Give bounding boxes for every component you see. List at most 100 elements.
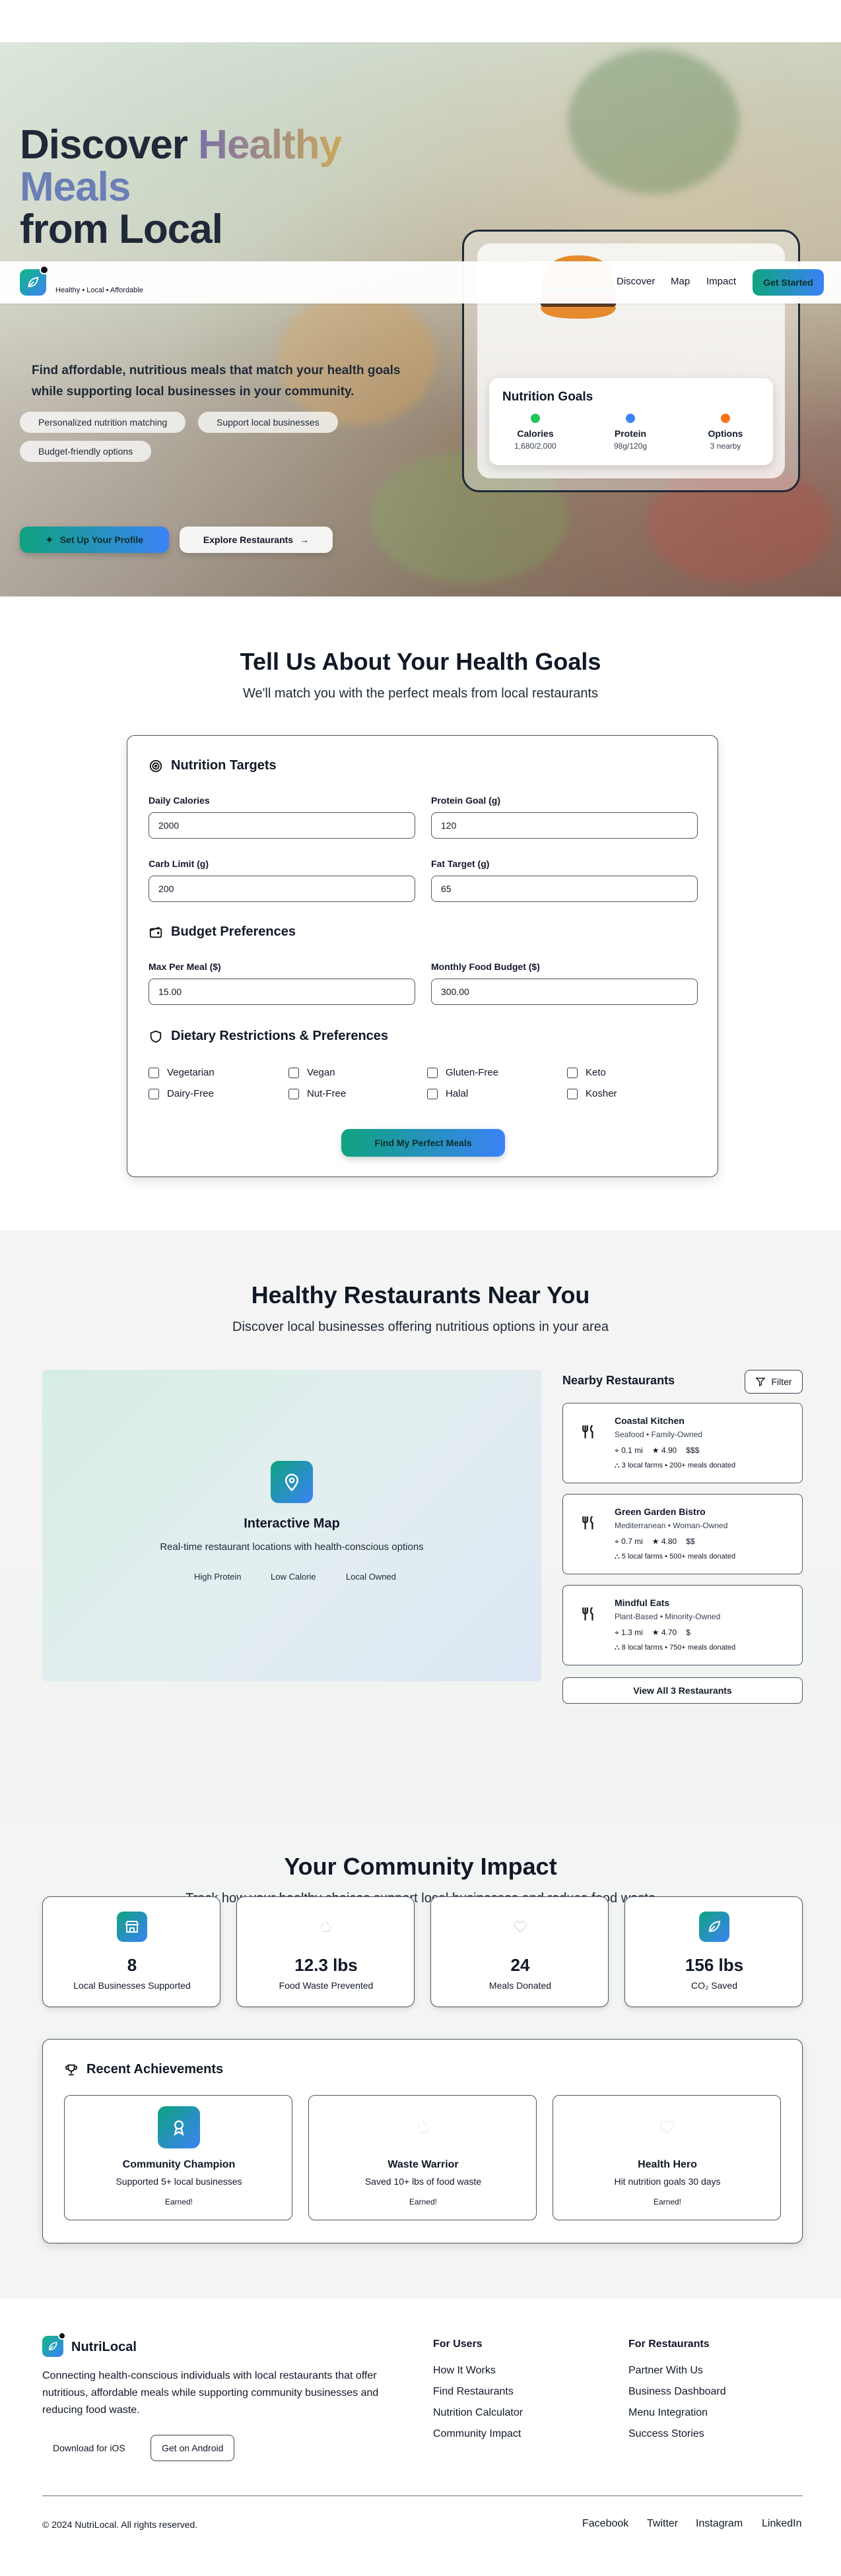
explore-restaurants-label: Explore Restaurants xyxy=(203,534,294,545)
restaurant-name: Coastal Kitchen xyxy=(615,1415,685,1426)
checkbox[interactable] xyxy=(149,1067,159,1078)
checkbox[interactable] xyxy=(567,1067,578,1078)
navbar: Healthy • Local • Affordable Discover Ma… xyxy=(0,261,841,304)
achievement-desc: Supported 5+ local businesses xyxy=(116,2176,242,2187)
achievement-title: Waste Warrior xyxy=(387,2159,459,2170)
filter-label: Filter xyxy=(771,1376,792,1387)
diet-option-nut-free[interactable]: Nut-Free xyxy=(288,1088,346,1099)
setup-profile-label: Set Up Your Profile xyxy=(59,534,143,545)
restaurant-card[interactable]: Coastal Kitchen Seafood • Family-Owned ⌖… xyxy=(562,1403,803,1483)
goal-calories-dot xyxy=(531,414,540,423)
diet-option-label: Vegan xyxy=(307,1067,335,1078)
carb-limit-input[interactable] xyxy=(149,876,415,902)
footer-link-nutrition-calculator[interactable]: Nutrition Calculator xyxy=(433,2407,523,2419)
nav-link-map[interactable]: Map xyxy=(671,276,690,287)
restaurant-meta: ⌖ 0.1 mi ★ 4.90 $$$ xyxy=(615,1446,699,1456)
diet-option-vegetarian[interactable]: Vegetarian xyxy=(149,1067,215,1078)
checkbox[interactable] xyxy=(149,1088,159,1099)
target-icon xyxy=(149,759,162,772)
achievement-status: Earned! xyxy=(653,2197,682,2206)
goal-calories-label: Calories xyxy=(517,428,554,439)
stat-value: 156 lbs xyxy=(685,1955,744,1975)
diet-option-label: Kosher xyxy=(586,1088,617,1099)
diet-option-label: Nut-Free xyxy=(307,1088,347,1099)
restaurant-card[interactable]: Green Garden Bistro Mediterranean • Woma… xyxy=(562,1494,803,1574)
impact-section: Your Community Impact Track how your hea… xyxy=(0,1824,841,2299)
hero-title-line1: Discover xyxy=(20,122,188,168)
utensils-icon xyxy=(582,1425,593,1438)
farm-icon: ⛬ xyxy=(615,1644,622,1652)
restaurant-type: Plant-Based • Minority-Owned xyxy=(615,1612,721,1621)
download-ios-button[interactable]: Download for iOS xyxy=(42,2435,136,2461)
checkbox[interactable] xyxy=(288,1067,299,1078)
goal-calories-value: 1,680/2,000 xyxy=(514,441,556,451)
max-per-meal-input[interactable] xyxy=(149,979,415,1005)
carb-limit-label: Carb Limit (g) xyxy=(149,858,209,869)
footer-link-partner[interactable]: Partner With Us xyxy=(628,2365,703,2377)
diet-option-halal[interactable]: Halal xyxy=(427,1088,468,1099)
hero-chip-local: Support local businesses xyxy=(198,412,338,433)
view-all-restaurants-button[interactable]: View All 3 Restaurants xyxy=(562,1677,803,1704)
social-link-twitter[interactable]: Twitter xyxy=(647,2518,678,2530)
daily-calories-input[interactable] xyxy=(149,812,415,839)
interactive-map[interactable]: Interactive Map Real-time restaurant loc… xyxy=(42,1370,541,1681)
max-per-meal-label: Max Per Meal ($) xyxy=(149,961,221,972)
monthly-budget-input[interactable] xyxy=(431,979,698,1005)
checkbox[interactable] xyxy=(427,1067,438,1078)
heart-icon xyxy=(505,1912,535,1942)
diet-option-label: Dairy-Free xyxy=(167,1088,214,1099)
footer-link-dashboard[interactable]: Business Dashboard xyxy=(628,2386,726,2398)
stat-card-businesses: 8 Local Businesses Supported xyxy=(42,1896,220,2007)
goal-protein-dot xyxy=(626,414,635,423)
diet-option-label: Keto xyxy=(586,1067,606,1078)
nearby-restaurants-heading: Nearby Restaurants xyxy=(562,1374,675,1387)
hero-section: Discover Healthy Meals from Local Find a… xyxy=(0,42,841,596)
stat-value: 12.3 lbs xyxy=(294,1955,358,1975)
diet-option-gluten-free[interactable]: Gluten-Free xyxy=(427,1067,498,1078)
nav-link-discover[interactable]: Discover xyxy=(617,276,655,287)
utensils-icon xyxy=(582,1516,593,1530)
social-link-facebook[interactable]: Facebook xyxy=(582,2518,628,2530)
impact-text: 8 local farms • 750+ meals donated xyxy=(621,1644,736,1652)
checkbox[interactable] xyxy=(427,1088,438,1099)
footer-link-success-stories[interactable]: Success Stories xyxy=(628,2428,704,2440)
price-level: $$ xyxy=(686,1537,695,1546)
trophy-icon xyxy=(65,2064,78,2075)
daily-calories-label: Daily Calories xyxy=(149,795,210,806)
find-meals-button[interactable]: Find My Perfect Meals xyxy=(341,1129,505,1157)
achievement-desc: Saved 10+ lbs of food waste xyxy=(364,2176,482,2187)
diet-option-vegan[interactable]: Vegan xyxy=(288,1067,335,1078)
fat-target-input[interactable] xyxy=(431,876,698,902)
diet-option-dairy-free[interactable]: Dairy-Free xyxy=(149,1088,214,1099)
footer-link-find-restaurants[interactable]: Find Restaurants xyxy=(433,2386,514,2398)
footer-link-community-impact[interactable]: Community Impact xyxy=(433,2428,521,2440)
protein-goal-input[interactable] xyxy=(431,812,698,839)
setup-profile-button[interactable]: ✦ Set Up Your Profile xyxy=(20,527,169,553)
diet-option-label: Halal xyxy=(446,1088,469,1099)
social-link-linkedin[interactable]: LinkedIn xyxy=(762,2518,802,2530)
dietary-heading: Dietary Restrictions & Preferences xyxy=(149,1029,388,1044)
social-link-instagram[interactable]: Instagram xyxy=(696,2518,743,2530)
filter-button[interactable]: Filter xyxy=(745,1370,803,1394)
restaurant-meta: ⌖ 0.7 mi ★ 4.80 $$ xyxy=(615,1537,695,1547)
footer-link-how-it-works[interactable]: How It Works xyxy=(433,2365,496,2377)
restaurant-card[interactable]: Mindful Eats Plant-Based • Minority-Owne… xyxy=(562,1585,803,1665)
nav-link-impact[interactable]: Impact xyxy=(706,276,736,287)
explore-restaurants-button[interactable]: Explore Restaurants → xyxy=(180,527,333,553)
goal-options-dot xyxy=(721,414,730,423)
arrow-right-icon: → xyxy=(300,534,310,545)
footer-users-heading: For Users xyxy=(433,2338,483,2350)
rating-value: 4.80 xyxy=(661,1537,677,1546)
footer-link-menu-integration[interactable]: Menu Integration xyxy=(628,2407,708,2419)
get-started-button[interactable]: Get Started xyxy=(753,269,824,296)
diet-option-keto[interactable]: Keto xyxy=(567,1067,606,1078)
goal-protein: Protein 98g/120g xyxy=(591,414,670,451)
checkbox[interactable] xyxy=(567,1088,578,1099)
checkbox[interactable] xyxy=(288,1088,299,1099)
restaurant-type: Mediterranean • Woman-Owned xyxy=(615,1521,728,1530)
get-android-button[interactable]: Get on Android xyxy=(151,2435,235,2461)
diet-option-kosher[interactable]: Kosher xyxy=(567,1088,617,1099)
pin-icon: ⌖ xyxy=(615,1446,622,1455)
nutrition-targets-label: Nutrition Targets xyxy=(171,758,277,773)
monthly-budget-label: Monthly Food Budget ($) xyxy=(431,961,540,972)
